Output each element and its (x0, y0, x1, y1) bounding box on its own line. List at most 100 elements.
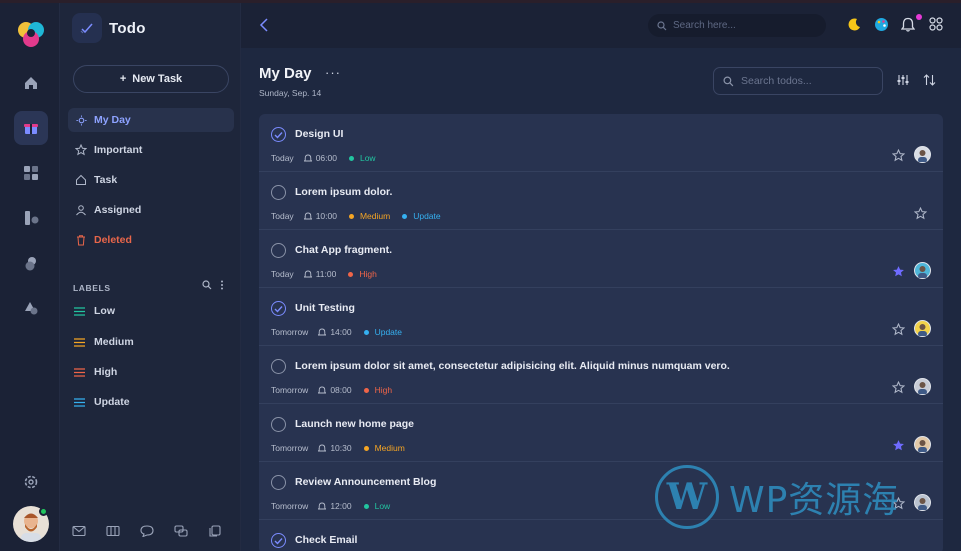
label-item-update[interactable]: Update (74, 396, 130, 408)
star-icon[interactable] (891, 322, 906, 341)
checked-circle-icon[interactable] (271, 301, 286, 316)
task-row[interactable]: Design UI Today 06:00 Low (259, 114, 943, 172)
label-item-high[interactable]: High (74, 366, 117, 378)
app-logo-icon[interactable] (16, 19, 46, 49)
task-time: 12:00 (330, 501, 352, 511)
todo-check-icon (72, 13, 102, 43)
tag-label: Low (359, 153, 376, 163)
star-icon[interactable] (891, 380, 906, 399)
sidebar-item-label: Task (94, 174, 118, 186)
checked-circle-icon[interactable] (271, 533, 286, 548)
sidebar-item-my-day[interactable]: My Day (68, 108, 234, 132)
label-item-low[interactable]: Low (74, 305, 115, 317)
task-meta: Today 06:00 Low (271, 153, 376, 163)
search-icon (657, 20, 667, 30)
unchecked-circle-icon[interactable] (271, 475, 286, 490)
task-day: Tomorrow (271, 443, 309, 453)
messages-icon[interactable] (174, 525, 188, 537)
settings-gear-icon[interactable] (14, 465, 48, 499)
todo-sidebar: Todo + New Task My Day Important Task As… (60, 3, 241, 551)
task-day: Tomorrow (271, 385, 309, 395)
users-icon[interactable] (14, 246, 48, 280)
sidebar-item-task[interactable]: Task (68, 168, 234, 192)
star-icon[interactable] (913, 206, 928, 225)
apps-icon[interactable] (14, 201, 48, 235)
reminder-bell-icon (303, 270, 312, 279)
task-title[interactable]: Lorem ipsum dolor sit amet, consectetur … (295, 360, 730, 372)
online-status-dot (39, 507, 48, 516)
task-title[interactable]: Check Email (295, 534, 357, 546)
columns-icon[interactable] (106, 525, 120, 537)
task-time: 10:30 (330, 443, 352, 453)
task-row[interactable]: Unit Testing Tomorrow 14:00 Update (259, 288, 943, 346)
icon-rail (0, 3, 60, 551)
task-title[interactable]: Unit Testing (295, 302, 355, 314)
chat-icon[interactable] (140, 525, 154, 537)
task-title[interactable]: Review Announcement Blog (295, 476, 436, 488)
label-item-medium[interactable]: Medium (74, 336, 134, 348)
sidebar-item-assigned[interactable]: Assigned (68, 198, 234, 222)
reminder-bell-icon (318, 328, 327, 337)
star-filled-icon[interactable] (892, 265, 905, 283)
palette-icon[interactable] (874, 17, 889, 32)
task-time: 06:00 (315, 153, 337, 163)
home-icon[interactable] (14, 66, 48, 100)
task-row[interactable]: Lorem ipsum dolor. Today 10:00 Medium Update (259, 172, 943, 230)
mail-icon[interactable] (72, 525, 86, 537)
search-icon[interactable] (202, 280, 212, 290)
reminder-bell-icon (318, 386, 327, 395)
global-search-placeholder: Search here... (673, 20, 736, 31)
assignee-avatar[interactable] (914, 262, 931, 279)
unchecked-circle-icon[interactable] (271, 243, 286, 258)
more-horizontal-icon[interactable]: ··· (325, 65, 341, 80)
task-time: 11:00 (315, 269, 337, 279)
checked-circle-icon[interactable] (271, 127, 286, 142)
sidebar-item-label: Deleted (94, 234, 132, 246)
moon-icon[interactable] (847, 17, 862, 32)
unchecked-circle-icon[interactable] (271, 417, 286, 432)
assignee-avatar[interactable] (914, 378, 931, 395)
unchecked-circle-icon[interactable] (271, 359, 286, 374)
assignee-avatar[interactable] (914, 494, 931, 511)
sun-icon (74, 113, 88, 127)
label-text: Low (94, 305, 115, 317)
task-title[interactable]: Launch new home page (295, 418, 414, 430)
gift-icon[interactable] (14, 111, 48, 145)
unchecked-circle-icon[interactable] (271, 185, 286, 200)
task-title[interactable]: Chat App fragment. (295, 244, 392, 256)
shapes-icon[interactable] (14, 291, 48, 325)
tag-dot (348, 155, 354, 161)
more-vertical-icon[interactable] (220, 280, 224, 290)
watermark: W WP资源海 (655, 465, 899, 529)
todo-search-input[interactable]: Search todos... (713, 67, 883, 95)
task-title[interactable]: Lorem ipsum dolor. (295, 186, 392, 198)
task-day: Today (271, 269, 294, 279)
star-filled-icon[interactable] (892, 439, 905, 457)
task-title[interactable]: Design UI (295, 128, 343, 140)
new-task-button[interactable]: + New Task (73, 65, 229, 93)
global-search-input[interactable]: Search here... (648, 14, 826, 37)
sidebar-item-label: My Day (94, 114, 131, 126)
filter-sliders-icon[interactable] (897, 74, 909, 86)
grid-apps-icon[interactable] (929, 17, 943, 31)
notification-badge (916, 14, 922, 20)
task-row[interactable]: Launch new home page Tomorrow 10:30 Medium (259, 404, 943, 462)
sidebar-footer-toolbar (72, 525, 222, 537)
star-icon[interactable] (891, 148, 906, 167)
tag-dot (348, 213, 354, 219)
dashboard-icon[interactable] (14, 156, 48, 190)
top-bar: Search here... (241, 3, 961, 48)
sidebar-item-important[interactable]: Important (68, 138, 234, 162)
task-row[interactable]: Lorem ipsum dolor sit amet, consectetur … (259, 346, 943, 404)
tag-label: Medium (374, 443, 405, 453)
chevron-left-icon[interactable] (259, 18, 269, 32)
assignee-avatar[interactable] (914, 436, 931, 453)
task-row[interactable]: Chat App fragment. Today 11:00 High (259, 230, 943, 288)
bell-icon[interactable] (901, 17, 915, 32)
assignee-avatar[interactable] (914, 146, 931, 163)
sort-arrows-icon[interactable] (923, 74, 936, 86)
copy-icon[interactable] (208, 525, 222, 537)
tag-dot (363, 329, 369, 335)
assignee-avatar[interactable] (914, 320, 931, 337)
sidebar-item-deleted[interactable]: Deleted (68, 228, 234, 252)
